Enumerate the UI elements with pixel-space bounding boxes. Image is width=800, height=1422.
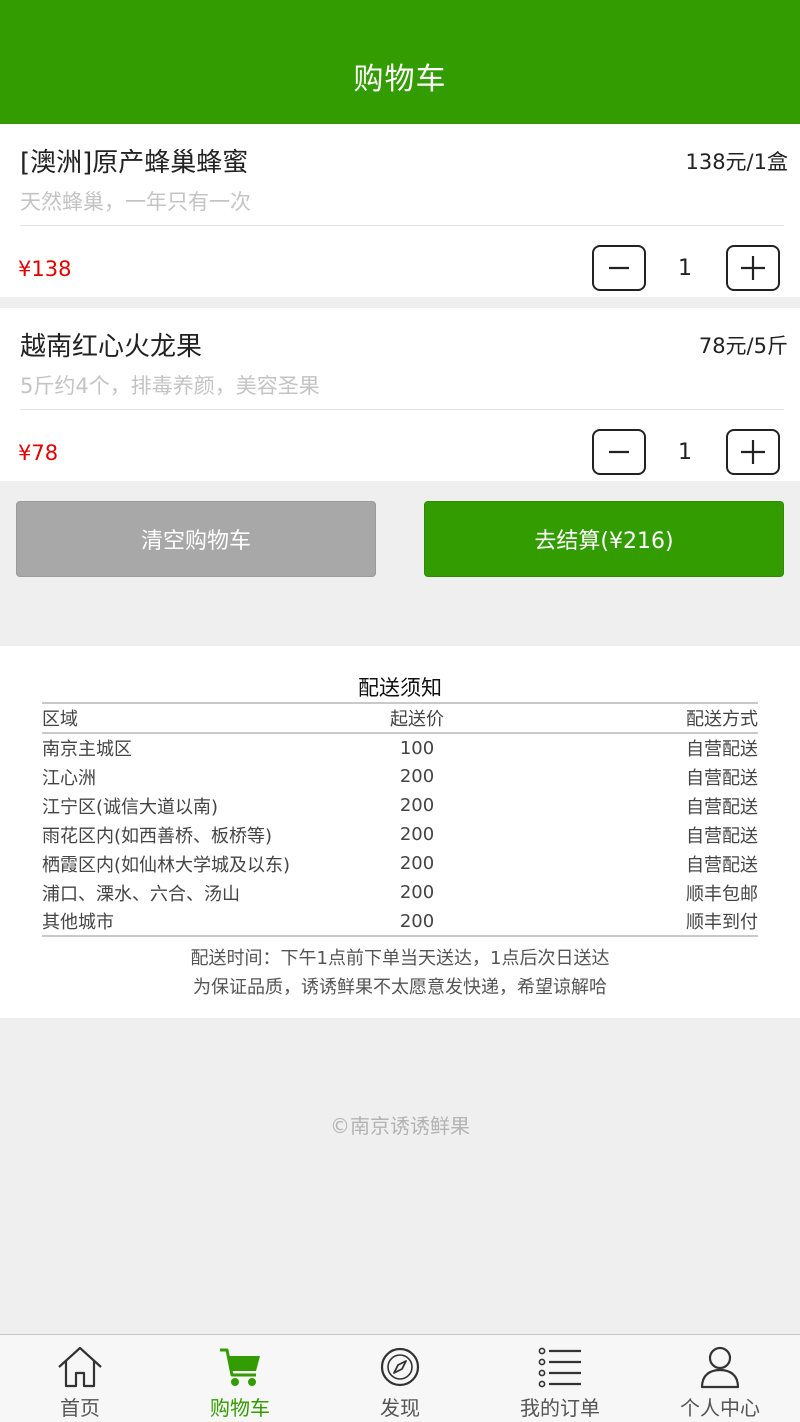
cell-min-price: 200 (399, 795, 435, 816)
delivery-time-note: 配送时间：下午1点前下单当天送达，1点后次日送达 (190, 948, 610, 969)
item-name[interactable]: 越南红心火龙果 (20, 326, 202, 363)
item-price: ¥78 (18, 441, 59, 465)
quantity-value: 1 (678, 256, 692, 281)
column-header-area: 区域 (42, 702, 322, 734)
cell-min-price: 200 (399, 882, 435, 903)
compass-icon (376, 1345, 424, 1389)
checkout-button[interactable]: 去结算(¥216) (424, 501, 784, 577)
cell-min-price: 200 (399, 766, 435, 787)
table-row: 栖霞区内(如仙林大学城及以东) 200 自营配送 (42, 849, 758, 878)
cell-min-price: 200 (322, 907, 512, 937)
table-row: 浦口、溧水、六合、汤山 200 顺丰包邮 (42, 878, 758, 907)
item-price: ¥138 (18, 257, 72, 281)
item-description: 天然蜂巢，一年只有一次 (20, 190, 251, 214)
item-divider (20, 225, 784, 226)
delivery-table: 区域 起送价 配送方式 南京主城区 100 自营配送 江心洲 200 自营配送 … (42, 702, 758, 937)
copyright-text: ©南京诱诱鲜果 (330, 1114, 470, 1138)
page-title: 购物车 (353, 62, 447, 97)
cart-page: 购物车 [澳洲]原产蜂巢蜂蜜 138元/1盒 天然蜂巢，一年只有一次 ¥138 … (0, 0, 800, 1422)
cell-method: 自营配送 (686, 825, 758, 847)
home-icon (56, 1345, 104, 1389)
item-description: 5斤约4个，排毒养颜，美容圣果 (20, 374, 320, 398)
item-unit-price: 78元/5斤 (698, 334, 788, 358)
delivery-notice-title: 配送须知 (358, 676, 442, 700)
table-row: 其他城市 200 顺丰到付 (42, 907, 758, 937)
cell-area: 江心洲 (42, 767, 96, 789)
plus-icon (741, 440, 765, 464)
cell-area: 南京主城区 (42, 739, 132, 760)
increase-quantity-button[interactable] (726, 429, 780, 475)
decrease-quantity-button[interactable] (592, 429, 646, 475)
header-bar: 购物车 (0, 0, 800, 124)
item-unit-price: 138元/1盒 (685, 150, 788, 174)
tab-orders-label: 我的订单 (520, 1396, 600, 1420)
cell-area: 栖霞区内(如仙林大学城及以东) (42, 854, 291, 876)
plus-icon (741, 256, 765, 280)
delivery-quality-note: 为保证品质，诱诱鲜果不太愿意发快递，希望谅解哈 (193, 977, 607, 998)
cart-icon (216, 1345, 264, 1389)
column-header-method: 配送方式 (512, 702, 758, 734)
tab-discover[interactable]: 发现 (320, 1335, 480, 1422)
cell-area: 浦口、溧水、六合、汤山 (42, 883, 240, 905)
minus-icon (609, 450, 629, 454)
bottom-tab-bar: 首页 购物车 发现 我的订单 个人中心 (0, 1334, 800, 1422)
cell-min-price: 200 (399, 824, 435, 845)
increase-quantity-button[interactable] (726, 245, 780, 291)
tab-home-label: 首页 (60, 1396, 100, 1420)
table-row: 江宁区(诚信大道以南) 200 自营配送 (42, 791, 758, 820)
table-header-row: 区域 起送价 配送方式 (42, 702, 758, 734)
table-row: 雨花区内(如西善桥、板桥等) 200 自营配送 (42, 820, 758, 849)
cell-area: 雨花区内(如西善桥、板桥等) (42, 825, 273, 847)
cell-method: 顺丰包邮 (686, 883, 758, 905)
cell-method: 顺丰到付 (512, 907, 758, 937)
cell-min-price: 200 (399, 853, 435, 874)
tab-profile[interactable]: 个人中心 (640, 1335, 800, 1422)
cell-min-price: 100 (399, 737, 435, 759)
cell-method: 自营配送 (686, 767, 758, 789)
list-icon (536, 1345, 584, 1389)
tab-discover-label: 发现 (380, 1396, 420, 1420)
cell-method: 自营配送 (686, 796, 758, 818)
cell-area: 其他城市 (42, 907, 322, 937)
item-name[interactable]: [澳洲]原产蜂巢蜂蜜 (20, 142, 248, 179)
tab-home[interactable]: 首页 (0, 1335, 160, 1422)
decrease-quantity-button[interactable] (592, 245, 646, 291)
minus-icon (609, 266, 629, 270)
tab-profile-label: 个人中心 (680, 1396, 760, 1420)
cell-method: 自营配送 (686, 854, 758, 876)
column-header-min-price: 起送价 (322, 702, 512, 734)
clear-cart-button[interactable]: 清空购物车 (16, 501, 376, 577)
cell-area: 江宁区(诚信大道以南) (42, 796, 219, 818)
cell-method: 自营配送 (686, 739, 758, 760)
table-row: 南京主城区 100 自营配送 (42, 733, 758, 762)
quantity-value: 1 (678, 440, 692, 465)
tab-orders[interactable]: 我的订单 (480, 1335, 640, 1422)
tab-cart[interactable]: 购物车 (160, 1335, 320, 1422)
user-icon (696, 1345, 744, 1389)
cart-item: 越南红心火龙果 78元/5斤 5斤约4个，排毒养颜，美容圣果 ¥78 1 (0, 308, 800, 481)
delivery-notice: 配送须知 区域 起送价 配送方式 南京主城区 100 自营配送 江心洲 200 (0, 646, 800, 1018)
table-row: 江心洲 200 自营配送 (42, 762, 758, 791)
cart-item: [澳洲]原产蜂巢蜂蜜 138元/1盒 天然蜂巢，一年只有一次 ¥138 1 (0, 124, 800, 297)
item-divider (20, 409, 784, 410)
tab-cart-label: 购物车 (210, 1396, 270, 1420)
